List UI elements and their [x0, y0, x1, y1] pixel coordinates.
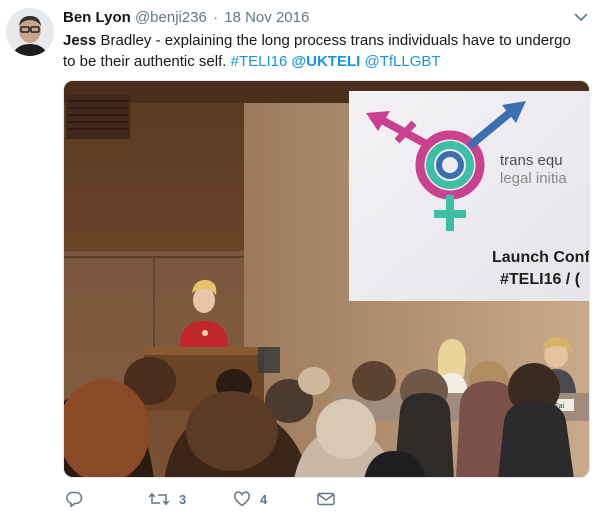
chevron-down-icon[interactable]	[574, 10, 588, 24]
like-button[interactable]: 4	[233, 488, 267, 510]
mention-link-uketli[interactable]: @UKTELI	[292, 53, 361, 70]
separator-dot: ·	[213, 9, 219, 26]
slide-caption-line-1: Launch Conf	[492, 249, 590, 266]
projection-screen: trans equ legal initia Launch Conf #TELI…	[349, 91, 590, 301]
reply-icon	[65, 490, 83, 508]
slide-caption-line-2: #TELI16 / (	[500, 271, 581, 288]
wall-vent	[66, 95, 130, 139]
direct-message-button[interactable]	[316, 488, 336, 510]
timestamp[interactable]: 18 Nov 2016	[224, 9, 309, 26]
retweet-count: 3	[179, 491, 187, 507]
avatar[interactable]	[6, 8, 54, 56]
user-handle[interactable]: @benji236	[135, 9, 207, 26]
tweet: Ben Lyon @benji236 · 18 Nov 2016 Jess Br…	[0, 0, 600, 517]
tweet-text-lead: Jess	[63, 32, 97, 49]
retweet-icon	[148, 490, 170, 508]
envelope-icon	[316, 490, 336, 508]
slide-title-line-2: legal initia	[500, 170, 567, 187]
retweet-button[interactable]: 3	[148, 488, 186, 510]
tweet-photo[interactable]: trans equ legal initia Launch Conf #TELI…	[63, 80, 590, 478]
heart-icon	[233, 490, 251, 508]
slide-title-line-1: trans equ	[500, 152, 563, 169]
tweet-header: Ben Lyon @benji236 · 18 Nov 2016	[63, 8, 309, 28]
mention-link-tfllgbt[interactable]: @TfLLGBT	[364, 53, 440, 70]
hashtag-link[interactable]: #TELI16	[231, 53, 288, 70]
reply-button[interactable]	[65, 488, 83, 510]
tweet-actions: 3 4	[63, 488, 583, 510]
audience	[64, 357, 574, 477]
like-count: 4	[260, 491, 268, 507]
display-name[interactable]: Ben Lyon	[63, 9, 131, 26]
tweet-text: Jess Bradley - explaining the long proce…	[63, 30, 583, 72]
